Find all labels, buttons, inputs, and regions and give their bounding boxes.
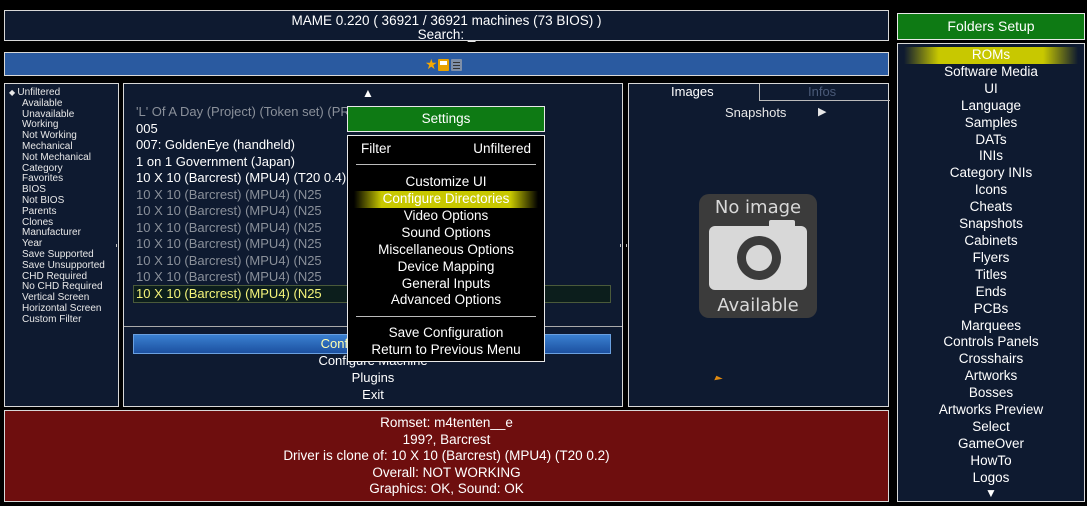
folder-item-selected[interactable]: ROMs bbox=[904, 47, 1078, 64]
settings-item-sound-options[interactable]: Sound Options bbox=[348, 225, 544, 242]
game-list-item[interactable]: 10 X 10 (Barcrest) (MPU4) (N25 bbox=[136, 253, 322, 269]
filter-value[interactable]: Unfiltered bbox=[473, 141, 531, 157]
folder-item[interactable]: Category INIs bbox=[898, 165, 1084, 182]
menu-item-exit[interactable]: Exit bbox=[124, 387, 622, 403]
star-icon[interactable]: ★ bbox=[425, 56, 438, 72]
scroll-up-icon[interactable]: ▲ bbox=[362, 86, 374, 100]
settings-item-video-options[interactable]: Video Options bbox=[348, 208, 544, 225]
settings-item-general-inputs[interactable]: General Inputs bbox=[348, 276, 544, 293]
folder-item[interactable]: Flyers bbox=[898, 250, 1084, 267]
camera-icon bbox=[709, 220, 807, 290]
game-list-item[interactable]: 10 X 10 (Barcrest) (MPU4) (N25 bbox=[136, 236, 322, 252]
folder-item[interactable]: Ends bbox=[898, 284, 1084, 301]
folder-item[interactable]: Bosses bbox=[898, 385, 1084, 402]
filter-item[interactable]: Parents bbox=[5, 206, 118, 218]
game-list-item[interactable]: 10 X 10 (Barcrest) (MPU4) (N25 bbox=[136, 269, 322, 285]
filter-row[interactable]: Filter Unfiltered bbox=[348, 141, 544, 157]
game-list-item[interactable]: 007: GoldenEye (handheld) bbox=[136, 137, 295, 153]
filter-item[interactable]: Save Unsupported bbox=[5, 260, 118, 272]
folder-item[interactable]: Crosshairs bbox=[898, 351, 1084, 368]
filter-panel: Unfiltered Available Unavailable Working… bbox=[4, 83, 119, 407]
game-list-item[interactable]: 10 X 10 (Barcrest) (MPU4) (N25 bbox=[136, 220, 322, 236]
tab-infos[interactable]: Infos bbox=[759, 84, 890, 101]
game-list-item[interactable]: 10 X 10 (Barcrest) (MPU4) (T20 0.4) bbox=[136, 170, 346, 186]
no-image-placeholder: No image Available bbox=[699, 194, 817, 318]
filter-label: Filter bbox=[361, 141, 391, 156]
folder-item[interactable]: Marquees bbox=[898, 318, 1084, 335]
available-text: Available bbox=[717, 295, 799, 316]
folder-item[interactable]: Artworks bbox=[898, 368, 1084, 385]
folder-item[interactable]: Select bbox=[898, 419, 1084, 436]
settings-item-customize-ui[interactable]: Customize UI bbox=[348, 174, 544, 191]
app-title: MAME 0.220 ( 36921 / 36921 machines (73 … bbox=[291, 13, 602, 28]
folder-item[interactable]: INIs bbox=[898, 148, 1084, 165]
save-icon[interactable] bbox=[438, 59, 449, 71]
info-year-manufacturer: 199?, Barcrest bbox=[402, 431, 491, 447]
scroll-down-icon[interactable]: ▼ bbox=[898, 487, 1084, 499]
image-category-label[interactable]: Snapshots bbox=[725, 105, 786, 120]
folder-item[interactable]: Samples bbox=[898, 115, 1084, 132]
game-list-item-selected[interactable]: 10 X 10 (Barcrest) (MPU4) (N25 bbox=[136, 286, 322, 302]
folders-list: ROMs Software Media UI Language Samples … bbox=[897, 43, 1085, 502]
notes-icon[interactable] bbox=[451, 59, 462, 71]
folder-item[interactable]: GameOver bbox=[898, 436, 1084, 453]
game-list-item[interactable]: 10 X 10 (Barcrest) (MPU4) (N25 bbox=[136, 203, 322, 219]
settings-menu: Filter Unfiltered Customize UI Configure… bbox=[347, 135, 545, 362]
image-panel: Images Infos Snapshots ▶ No image Availa… bbox=[626, 83, 890, 407]
folder-item[interactable]: Logos bbox=[898, 470, 1084, 487]
collapse-handle[interactable] bbox=[620, 244, 621, 247]
folder-item[interactable]: Titles bbox=[898, 267, 1084, 284]
folder-item[interactable]: PCBs bbox=[898, 301, 1084, 318]
filter-item[interactable]: Custom Filter bbox=[5, 314, 118, 326]
folder-item[interactable]: DATs bbox=[898, 132, 1084, 149]
info-graphics-sound: Graphics: OK, Sound: OK bbox=[369, 481, 524, 496]
machine-info-panel: Romset: m4tenten__e 199?, Barcrest Drive… bbox=[4, 410, 889, 502]
folder-item[interactable]: Controls Panels bbox=[898, 334, 1084, 351]
settings-item-advanced-options[interactable]: Advanced Options bbox=[348, 292, 544, 309]
folder-item[interactable]: Language bbox=[898, 98, 1084, 115]
toolbar: ★ bbox=[4, 52, 889, 76]
divider bbox=[356, 316, 536, 317]
mouse-pointer-icon bbox=[714, 375, 723, 384]
collapse-handle[interactable] bbox=[116, 244, 117, 247]
menu-item-plugins[interactable]: Plugins bbox=[124, 370, 622, 386]
folder-item[interactable]: Software Media bbox=[898, 64, 1084, 81]
info-romset: Romset: m4tenten__e bbox=[380, 415, 513, 430]
folder-item[interactable]: Icons bbox=[898, 182, 1084, 199]
folder-item[interactable]: Cabinets bbox=[898, 233, 1084, 250]
collapse-handle[interactable] bbox=[626, 244, 627, 247]
folder-item[interactable]: HowTo bbox=[898, 453, 1084, 470]
game-list-item[interactable]: 10 X 10 (Barcrest) (MPU4) (N25 bbox=[136, 187, 322, 203]
save-configuration-button[interactable]: Save Configuration bbox=[348, 325, 544, 342]
game-list-item[interactable]: 1 on 1 Government (Japan) bbox=[136, 154, 295, 170]
folder-item[interactable]: Cheats bbox=[898, 199, 1084, 216]
settings-item-miscellaneous-options[interactable]: Miscellaneous Options bbox=[348, 242, 544, 259]
folder-item[interactable]: Snapshots bbox=[898, 216, 1084, 233]
game-list-item[interactable]: 005 bbox=[136, 121, 158, 137]
folders-setup-title: Folders Setup bbox=[897, 13, 1085, 40]
search-field[interactable]: Search: _ bbox=[5, 28, 888, 42]
header-panel: MAME 0.220 ( 36921 / 36921 machines (73 … bbox=[4, 10, 889, 42]
return-to-previous-menu-button[interactable]: Return to Previous Menu bbox=[348, 342, 544, 359]
next-category-icon[interactable]: ▶ bbox=[818, 105, 826, 118]
tab-images[interactable]: Images bbox=[629, 84, 759, 101]
divider bbox=[356, 164, 536, 165]
game-list-item[interactable]: 'L' Of A Day (Project) (Token set) (PR30… bbox=[136, 104, 383, 120]
info-overall: Overall: NOT WORKING bbox=[372, 464, 521, 480]
info-driver: Driver is clone of: 10 X 10 (Barcrest) (… bbox=[283, 448, 610, 463]
settings-item-configure-directories[interactable]: Configure Directories bbox=[354, 191, 538, 208]
settings-title: Settings bbox=[347, 106, 545, 132]
filter-item[interactable]: Available bbox=[5, 98, 118, 110]
no-image-text: No image bbox=[714, 197, 802, 218]
folder-item[interactable]: Artworks Preview bbox=[898, 402, 1084, 419]
filter-item[interactable]: Not Mechanical bbox=[5, 152, 118, 164]
folder-item[interactable]: UI bbox=[898, 81, 1084, 98]
settings-item-device-mapping[interactable]: Device Mapping bbox=[348, 259, 544, 276]
